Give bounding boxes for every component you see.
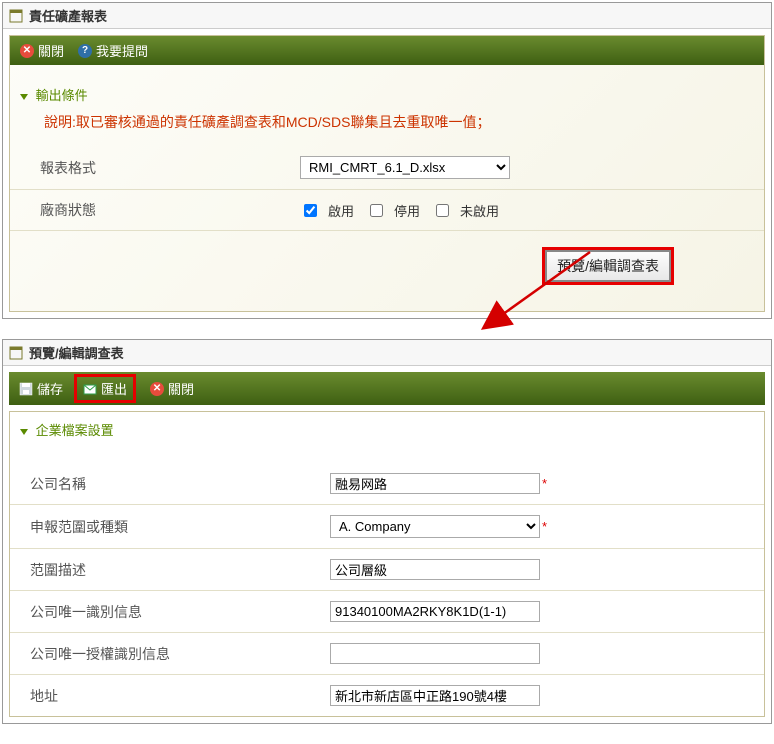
panel1-toolbar: ✕ 關閉 ? 我要提問 [10,36,764,65]
checkbox-enable[interactable] [304,204,317,217]
save-label: 儲存 [37,379,63,398]
panel-preview-header: 預覽/編輯調查表 [3,340,771,366]
row-company-name: 公司名稱 * [10,463,764,505]
checkbox-disable[interactable] [370,204,383,217]
panel-report: 責任礦產報表 ✕ 關閉 ? 我要提問 輸出條件 說明:取已審核通過的責任礦產調查… [2,2,772,319]
triangle-down-icon [20,429,28,435]
window-icon [9,9,23,23]
format-select[interactable]: RMI_CMRT_6.1_D.xlsx [300,156,510,179]
group-output-conditions: 輸出條件 [10,77,764,108]
row-scope-desc: 范圍描述 [10,549,764,591]
row-format: 報表格式 RMI_CMRT_6.1_D.xlsx [10,146,764,190]
preview-edit-button[interactable]: 預覽/編輯調查表 [545,250,671,282]
close-action-2[interactable]: ✕ 關閉 [150,379,194,398]
save-action[interactable]: 儲存 [19,379,63,398]
panel-report-title: 責任礦產報表 [29,6,107,25]
company-name-input[interactable] [330,473,540,494]
close-icon: ✕ [150,382,164,396]
checkbox-not-enable[interactable] [436,204,449,217]
panel2-body: 企業檔案設置 公司名稱 * 申報范圍或種類 A. Company * 范圍描述 [9,411,765,717]
instruction-text: 說明:取已審核通過的責任礦產調查表和MCD/SDS聯集且去重取唯一值； [10,108,764,146]
scope-desc-input[interactable] [330,559,540,580]
group-output-title: 輸出條件 [36,88,88,103]
panel-preview: 預覽/編輯調查表 儲存 匯出 ✕ 關閉 [2,339,772,724]
scope-desc-label: 范圍描述 [30,560,330,580]
format-label: 報表格式 [40,158,300,178]
required-mark: * [542,476,547,491]
row-auth-id: 公司唯一授權識別信息 [10,633,764,675]
ask-action[interactable]: ? 我要提問 [78,41,148,60]
group-enterprise: 企業檔案設置 [10,412,764,443]
panel-report-header: 責任礦產報表 [3,3,771,29]
ask-label: 我要提問 [96,41,148,60]
group-enterprise-title: 企業檔案設置 [36,423,114,438]
company-id-input[interactable] [330,601,540,622]
close-action[interactable]: ✕ 關閉 [20,41,64,60]
close-label: 關閉 [38,41,64,60]
window-icon [9,346,23,360]
scope-type-select[interactable]: A. Company [330,515,540,538]
row-scope-type: 申報范圍或種類 A. Company * [10,505,764,549]
address-input[interactable] [330,685,540,706]
panel2-toolbar: 儲存 匯出 ✕ 關閉 [9,372,765,405]
panel-preview-title: 預覽/編輯調查表 [29,343,124,362]
save-icon [19,382,33,396]
export-action[interactable]: 匯出 [80,377,130,400]
row-status: 廠商狀態 啟用 停用 未啟用 [10,190,764,231]
preview-button-highlight: 預覽/編輯調查表 [542,247,674,285]
checkbox-enable-label: 啟用 [328,201,354,220]
row-address: 地址 [10,675,764,716]
close-label-2: 關閉 [168,379,194,398]
triangle-down-icon [20,94,28,100]
export-icon [83,382,97,396]
checkbox-not-enable-label: 未啟用 [460,201,499,220]
company-id-label: 公司唯一識別信息 [30,602,330,622]
export-label: 匯出 [101,379,127,398]
auth-id-label: 公司唯一授權識別信息 [30,644,330,664]
company-name-label: 公司名稱 [30,474,330,494]
address-label: 地址 [30,686,330,706]
export-button-highlight: 匯出 [74,374,136,403]
auth-id-input[interactable] [330,643,540,664]
scope-type-label: 申報范圍或種類 [30,517,330,537]
close-icon: ✕ [20,44,34,58]
required-mark: * [542,519,547,534]
checkbox-disable-label: 停用 [394,201,420,220]
status-label: 廠商狀態 [40,200,300,220]
help-icon: ? [78,44,92,58]
row-company-id: 公司唯一識別信息 [10,591,764,633]
preview-button-row: 預覽/編輯調查表 [10,231,764,293]
